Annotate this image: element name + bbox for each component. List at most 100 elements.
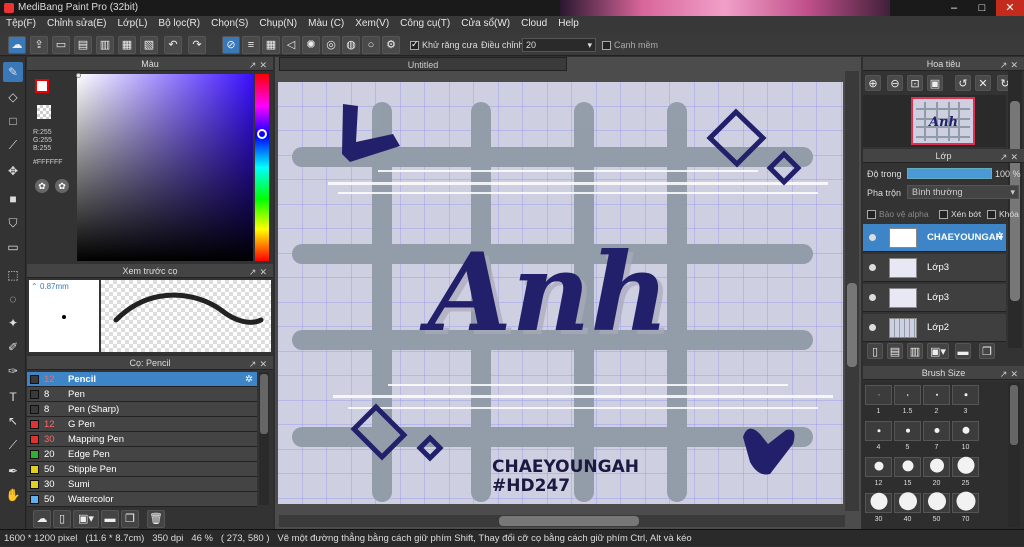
zoom-in-icon[interactable]: ⊕ <box>865 75 881 91</box>
panel-icon[interactable]: ▦ <box>118 36 136 54</box>
menu-edit[interactable]: Chỉnh sửa(E) <box>43 16 114 34</box>
brush-size-1[interactable]: 1 <box>865 385 892 415</box>
menu-select[interactable]: Chọn(S) <box>207 16 255 34</box>
gear-icon[interactable]: ✲ <box>996 231 1004 242</box>
menu-cloud[interactable]: Cloud <box>517 16 554 34</box>
undo-icon[interactable]: ↶ <box>164 36 182 54</box>
share-icon[interactable]: ⇪ <box>30 36 48 54</box>
cross-snap-icon[interactable]: ▦ <box>262 36 280 54</box>
zoom-out-icon[interactable]: ⊖ <box>887 75 903 91</box>
minimize-button[interactable]: – <box>940 0 968 16</box>
brush-item-stipple-pen[interactable]: 50 Stipple Pen <box>27 462 257 477</box>
menu-layer[interactable]: Lớp(L) <box>114 16 155 34</box>
chat-icon[interactable]: ▤ <box>74 36 92 54</box>
brush-list-scrollbar[interactable] <box>259 372 269 505</box>
brush-size-3[interactable]: 3 <box>952 385 979 415</box>
panel-float-close-icon[interactable]: ↗✕ <box>249 58 270 72</box>
brush-size-12[interactable]: 12 <box>865 457 892 487</box>
duplicate-brush-icon[interactable]: ❐ <box>121 510 139 528</box>
brush-size-1-5[interactable]: 1.5 <box>894 385 921 415</box>
brush-item-mapping-pen[interactable]: 30 Mapping Pen <box>27 432 257 447</box>
clip-checkbox[interactable] <box>939 210 948 220</box>
add-brush-dropdown-icon[interactable]: ▣▾ <box>73 510 99 528</box>
palette-icon[interactable]: ✿ <box>35 179 49 193</box>
clip-toggle[interactable]: Xén bớt <box>939 209 981 220</box>
layer-row[interactable]: Lớp2 <box>863 314 1006 342</box>
rotate-left-icon[interactable]: ↺ <box>955 75 971 91</box>
cloud-icon[interactable]: ☁ <box>8 36 26 54</box>
document-icon[interactable]: ▥ <box>96 36 114 54</box>
brush-item-pen[interactable]: 8 Pen <box>27 387 257 402</box>
scrollbar-thumb[interactable] <box>260 374 268 434</box>
vanishing-point-icon[interactable]: ◁ <box>282 36 300 54</box>
panel-float-close-icon[interactable]: ↗✕ <box>1000 58 1021 72</box>
layer-folder-icon[interactable]: ▬ <box>955 343 971 359</box>
scrollbar-thumb[interactable] <box>499 516 639 526</box>
magic-wand-icon[interactable]: ✦ <box>3 313 23 333</box>
horizontal-scrollbar[interactable] <box>279 515 845 527</box>
panel-float-close-icon[interactable]: ↗✕ <box>1000 150 1021 164</box>
panel-float-close-icon[interactable]: ↗✕ <box>249 357 270 371</box>
saturation-value-square[interactable] <box>77 74 253 261</box>
redo-icon[interactable]: ↷ <box>188 36 206 54</box>
curve-snap-icon[interactable]: ◍ <box>342 36 360 54</box>
close-button[interactable]: ✕ <box>996 0 1024 16</box>
menu-color[interactable]: Màu (C) <box>304 16 351 34</box>
palette-add-icon[interactable]: ✿ <box>55 179 69 193</box>
new-8bit-layer-icon[interactable]: ▥ <box>907 343 923 359</box>
blend-mode-dropdown[interactable]: Bình thường ▾ <box>907 185 1019 199</box>
shape-tool-icon[interactable]: ■ <box>3 189 23 209</box>
list-icon[interactable]: ▧ <box>140 36 158 54</box>
brush-item-pen-sharp[interactable]: 8 Pen (Sharp) <box>27 402 257 417</box>
brush-size-40[interactable]: 40 <box>894 492 921 523</box>
snap-off-icon[interactable]: ⊘ <box>222 36 240 54</box>
vertical-scrollbar[interactable] <box>845 71 859 511</box>
lasso-select-icon[interactable]: ◌ <box>3 289 23 309</box>
brush-item-watercolor[interactable]: 50 Watercolor <box>27 492 257 507</box>
background-color-swatch[interactable] <box>37 105 51 119</box>
scrollbar-thumb[interactable] <box>1010 385 1018 445</box>
select-pen-icon[interactable]: ✐ <box>3 337 23 357</box>
move-tool-icon[interactable]: ✥ <box>3 161 23 181</box>
protect-alpha-toggle[interactable]: Bảo vệ alpha <box>867 209 929 220</box>
menu-snap[interactable]: Chụp(N) <box>255 16 304 34</box>
smooth-edge-toggle[interactable]: Cạnh mềm <box>602 40 658 51</box>
layer-row[interactable]: Lớp3 <box>863 254 1006 282</box>
layer-row[interactable]: Lớp3 <box>863 284 1006 312</box>
new-layer-icon[interactable]: ▯ <box>867 343 883 359</box>
circle-snap-icon[interactable]: ○ <box>362 36 380 54</box>
parallel-snap-icon[interactable]: ≡ <box>242 36 260 54</box>
maximize-button[interactable]: □ <box>968 0 996 16</box>
antialias-toggle[interactable]: Khử răng cưa <box>410 39 478 51</box>
eraser-tool-icon[interactable]: ◇ <box>3 87 23 107</box>
brush-size-2[interactable]: 2 <box>923 385 950 415</box>
brush-size-7[interactable]: 7 <box>923 421 950 451</box>
hand-tool-icon[interactable]: ✋ <box>3 485 23 505</box>
new-brush-icon[interactable]: ▯ <box>53 510 71 528</box>
brush-size-15[interactable]: 15 <box>894 457 921 487</box>
panel-float-close-icon[interactable]: ↗✕ <box>1000 367 1021 381</box>
concentric-snap-icon[interactable]: ◎ <box>322 36 340 54</box>
brush-item-pencil[interactable]: 12 Pencil ✲ <box>27 372 257 387</box>
brush-size-5[interactable]: 5 <box>894 421 921 451</box>
pen-tool-icon[interactable]: ⟋ <box>3 135 23 155</box>
eyedropper-tool-icon[interactable]: ⟋ <box>3 435 23 455</box>
duplicate-layer-icon[interactable]: ❐ <box>979 343 995 359</box>
lock-toggle[interactable]: Khóa <box>987 209 1019 220</box>
radial-snap-icon[interactable]: ✺ <box>302 36 320 54</box>
fit-icon[interactable]: ⊡ <box>907 75 923 91</box>
brush-item-g-pen[interactable]: 12 G Pen <box>27 417 257 432</box>
foreground-color-swatch[interactable] <box>35 79 49 93</box>
brush-size-25[interactable]: 25 <box>952 456 979 487</box>
sv-picker-handle[interactable] <box>76 73 81 78</box>
gear-icon[interactable]: ✲ <box>245 372 253 387</box>
navigator-thumbnail[interactable]: Anh <box>911 97 975 145</box>
smooth-edge-checkbox[interactable] <box>602 41 611 51</box>
layer-row[interactable]: CHAEYOUNGAH ✲ <box>863 224 1006 252</box>
brush-size-10[interactable]: 10 <box>952 421 979 451</box>
actual-size-icon[interactable]: ▣ <box>927 75 943 91</box>
menu-view[interactable]: Xem(V) <box>351 16 396 34</box>
navigator-thumbnail-area[interactable]: Anh <box>863 95 1006 147</box>
hue-slider[interactable] <box>255 74 269 261</box>
dot-tool-icon[interactable]: □ <box>3 111 23 131</box>
